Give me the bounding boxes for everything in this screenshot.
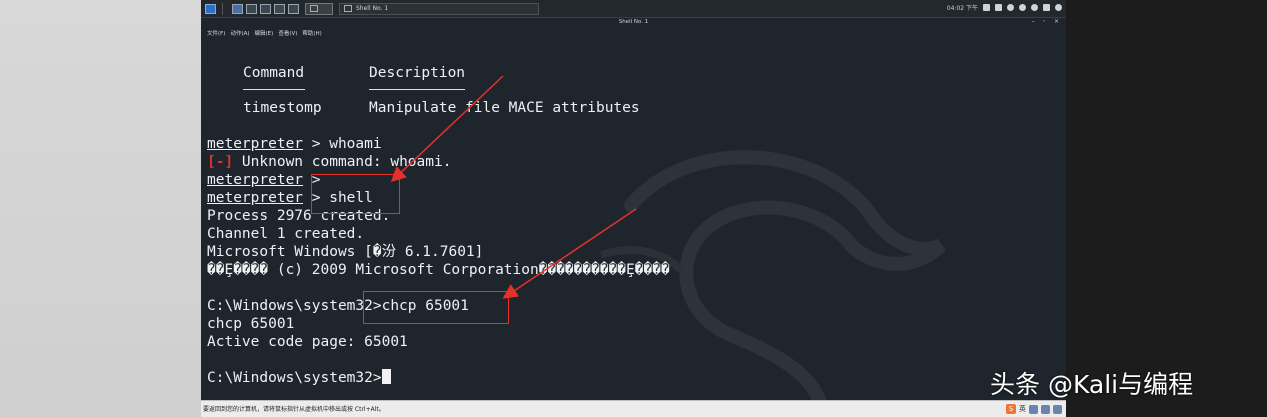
top-taskbar: Shell No. 1 04:02 下午: [201, 0, 1066, 18]
browser-icon[interactable]: [274, 3, 285, 14]
prompt-label: meterpreter: [207, 172, 304, 188]
menu-file[interactable]: 文件(F): [207, 29, 225, 39]
status-message: 要返回到您的计算机，请将鼠标指针从虚拟机中移出或按 Ctrl+Alt。: [203, 406, 385, 413]
sogou-ime-icon[interactable]: S: [1006, 404, 1016, 414]
screen-icon[interactable]: [983, 4, 990, 11]
menu-edit[interactable]: 编辑(E): [255, 29, 274, 39]
mic-icon[interactable]: [1029, 404, 1038, 414]
line-chcp-echo: chcp 65001: [207, 316, 295, 332]
files-icon[interactable]: [246, 3, 257, 14]
table-header-description: Description: [369, 65, 466, 81]
line-copyright: ��Ȩ���� (c) 2009 Microsoft Corporation��…: [207, 262, 670, 278]
app-icon[interactable]: [288, 3, 299, 14]
terminal-icon[interactable]: [260, 3, 271, 14]
workspace-button[interactable]: [305, 2, 333, 15]
prompt-label: meterpreter: [207, 136, 304, 152]
terminal-window-icon: [344, 5, 352, 12]
refresh-icon[interactable]: [1055, 4, 1062, 11]
kali-menu-icon[interactable]: [205, 3, 216, 14]
line-empty-prompt: meterpreter >: [207, 171, 321, 189]
header-underline-description: [369, 89, 465, 90]
status-tray: S 英: [1006, 404, 1062, 414]
header-underline-command: [243, 89, 305, 90]
lock-icon[interactable]: [1043, 4, 1050, 11]
text-cursor: [381, 369, 391, 384]
workspace-icon: [310, 5, 318, 12]
volume-icon[interactable]: [1007, 4, 1014, 11]
table-header-command: Command: [243, 65, 305, 81]
taskbar-window-shell[interactable]: Shell No. 1: [339, 2, 539, 15]
clock[interactable]: 04:02 下午: [947, 3, 978, 12]
window-title: Shell No. 1: [618, 19, 649, 25]
menu-bar: 文件(F) 动作(A) 编辑(E) 查看(V) 帮助(H): [207, 29, 322, 39]
prompt-text: C:\Windows\system32>: [207, 370, 382, 386]
network-icon[interactable]: [995, 4, 1002, 11]
watermark-text: 头条 @Kali与编程: [990, 370, 1194, 399]
line-whoami: meterpreter > whoami: [207, 135, 382, 153]
error-tag: [-]: [207, 154, 234, 170]
power-icon[interactable]: [1031, 4, 1038, 11]
menu-help[interactable]: 帮助(H): [302, 29, 321, 39]
settings-icon[interactable]: [1053, 404, 1062, 414]
desktop-icon[interactable]: [232, 3, 243, 14]
prompt-label: meterpreter: [207, 190, 304, 206]
row-description: Manipulate file MACE attributes: [369, 100, 640, 116]
notification-icon[interactable]: [1019, 4, 1026, 11]
keyboard-icon[interactable]: [1041, 404, 1050, 414]
menu-action[interactable]: 动作(A): [230, 29, 249, 39]
annotation-box-shell: [311, 174, 400, 214]
taskbar-window-label: Shell No. 1: [356, 5, 389, 12]
taskbar-separator: [222, 2, 223, 15]
menu-view[interactable]: 查看(V): [278, 29, 297, 39]
line-error: [-] Unknown command: whoami.: [207, 153, 451, 171]
right-outer-margin: [1066, 0, 1267, 417]
window-controls[interactable]: – ◦ ×: [1032, 18, 1062, 25]
row-command: timestomp: [243, 100, 322, 116]
left-outer-margin: [0, 0, 201, 417]
line-code-page: Active code page: 65001: [207, 334, 408, 350]
cmd-text: > whoami: [303, 136, 382, 152]
line-ms-version: Microsoft Windows [�汾 6.1.7601]: [207, 244, 484, 260]
annotation-box-chcp: [363, 291, 509, 324]
vm-window: Shell No. 1 04:02 下午 Shell No. 1 – ◦ × 文…: [201, 0, 1066, 417]
line-channel: Channel 1 created.: [207, 226, 365, 242]
ime-language[interactable]: 英: [1019, 404, 1026, 414]
terminal-titlebar: Shell No. 1 – ◦ ×: [201, 18, 1066, 28]
tray: 04:02 下午: [947, 3, 1062, 12]
line-final-prompt: C:\Windows\system32>: [207, 369, 391, 387]
terminal-area[interactable]: Command Description timestomp Manipulate…: [201, 40, 1066, 417]
vm-status-bar: 要返回到您的计算机，请将鼠标指针从虚拟机中移出或按 Ctrl+Alt。 S 英: [201, 400, 1066, 417]
error-text: Unknown command: whoami.: [233, 154, 452, 170]
